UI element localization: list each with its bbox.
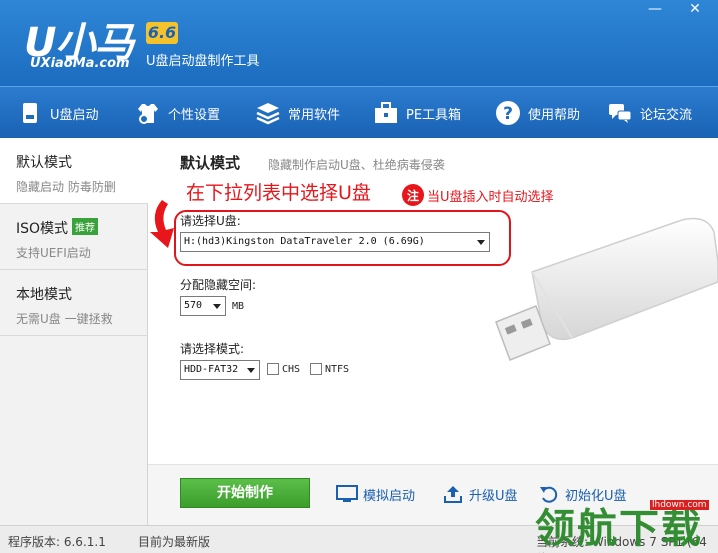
sidebar-item-local[interactable]: 本地模式 无需U盘 一键拯救 — [0, 270, 148, 336]
nav-software[interactable]: 常用软件 — [254, 87, 340, 139]
monitor-icon — [336, 485, 358, 502]
sidebar-item-desc: 隐藏启动 防毒防删 — [16, 180, 116, 194]
sidebar-item-title: 默认模式 — [16, 155, 72, 171]
mode-select-value: HDD-FAT32 — [184, 364, 239, 375]
nav-personalize[interactable]: 个性设置 — [134, 87, 220, 139]
hidden-space-value: 570 — [184, 300, 203, 311]
sidebar-item-title: ISO模式 — [16, 221, 69, 237]
note-icon: 注 — [402, 184, 424, 206]
drive-label: 请选择U盘: — [180, 214, 241, 228]
svg-text:?: ? — [503, 104, 513, 124]
nav-label: 论坛交流 — [640, 107, 693, 123]
version-badge: 6.6 — [146, 22, 178, 44]
chs-label: CHS — [282, 364, 301, 375]
usb-drive-icon — [16, 99, 44, 127]
mode-select[interactable]: HDD-FAT32 — [180, 360, 260, 380]
simulate-boot-button[interactable]: 模拟启动 — [336, 484, 415, 504]
mode-sidebar: 默认模式 隐藏启动 防毒防删 ISO模式 推荐 支持UEFI启动 本地模式 无需U… — [0, 138, 148, 525]
nav-label: 常用软件 — [288, 107, 341, 123]
upgrade-usb-label: 升级U盘 — [469, 488, 518, 504]
sidebar-item-desc: 支持UEFI启动 — [16, 246, 91, 260]
annotation-text: 在下拉列表中选择U盘 — [186, 182, 371, 204]
note-text: 当U盘插入时自动选择 — [427, 189, 554, 205]
nav-label: 使用帮助 — [528, 107, 581, 123]
ntfs-checkbox[interactable] — [310, 363, 322, 375]
nav-label: PE工具箱 — [406, 107, 462, 123]
chat-icon — [606, 99, 634, 127]
chevron-down-icon — [247, 368, 255, 373]
nav-pe-tools[interactable]: PE工具箱 — [372, 87, 461, 139]
nav-help[interactable]: ? 使用帮助 — [494, 87, 580, 139]
update-status: 目前为最新版 — [138, 535, 211, 549]
hidden-space-select[interactable]: 570 — [180, 296, 226, 316]
page-description: 隐藏制作启动U盘、杜绝病毒侵袭 — [268, 158, 445, 172]
toolbox-icon — [372, 99, 400, 127]
nav-label: U盘启动 — [50, 107, 99, 123]
upload-icon — [444, 486, 462, 503]
start-make-button[interactable]: 开始制作 — [180, 478, 310, 508]
drive-select[interactable]: H:(hd3)Kingston DataTraveler 2.0 (6.69G) — [180, 232, 490, 252]
ntfs-label: NTFS — [325, 364, 350, 375]
layers-icon — [254, 99, 282, 127]
usb-illustration — [495, 217, 718, 361]
program-version: 程序版本: 6.6.1.1 — [8, 535, 106, 549]
chevron-down-icon — [213, 304, 221, 309]
nav-forum[interactable]: 论坛交流 — [606, 87, 692, 139]
upgrade-usb-button[interactable]: 升级U盘 — [442, 484, 518, 504]
shirt-gear-icon — [134, 99, 162, 127]
site-name: UXiaoMa.com — [30, 56, 130, 71]
sidebar-item-title: 本地模式 — [16, 287, 72, 303]
sidebar-item-default[interactable]: 默认模式 隐藏启动 防毒防删 — [0, 138, 148, 204]
main-nav: U盘启动 个性设置 常用软件 PE工具箱 ? 使用帮助 论坛交流 — [0, 86, 718, 138]
hidden-space-unit: MB — [232, 301, 245, 312]
watermark-url: lhdown.com — [650, 500, 709, 510]
help-icon: ? — [494, 99, 522, 127]
chevron-down-icon — [477, 240, 485, 245]
sidebar-item-desc: 无需U盘 一键拯救 — [16, 312, 113, 326]
chs-checkbox[interactable] — [267, 363, 279, 375]
annotation-note: 注 当U盘插入时自动选择 — [402, 184, 554, 206]
mode-label: 请选择模式: — [180, 342, 245, 356]
simulate-boot-label: 模拟启动 — [363, 488, 416, 504]
nav-usb-boot[interactable]: U盘启动 — [16, 87, 99, 139]
app-subtitle: U盘启动盘制作工具 — [146, 54, 260, 69]
nav-label: 个性设置 — [168, 107, 221, 123]
hidden-space-label: 分配隐藏空间: — [180, 278, 257, 292]
recommended-badge: 推荐 — [72, 218, 99, 235]
close-button[interactable]: ✕ — [684, 0, 706, 18]
drive-select-value: H:(hd3)Kingston DataTraveler 2.0 (6.69G) — [184, 236, 425, 247]
title-bar: U小马 6.6 UXiaoMa.com U盘启动盘制作工具 — ✕ — [0, 0, 718, 86]
sidebar-item-iso[interactable]: ISO模式 推荐 支持UEFI启动 — [0, 204, 148, 270]
page-title: 默认模式 — [180, 154, 241, 172]
minimize-button[interactable]: — — [644, 0, 666, 18]
